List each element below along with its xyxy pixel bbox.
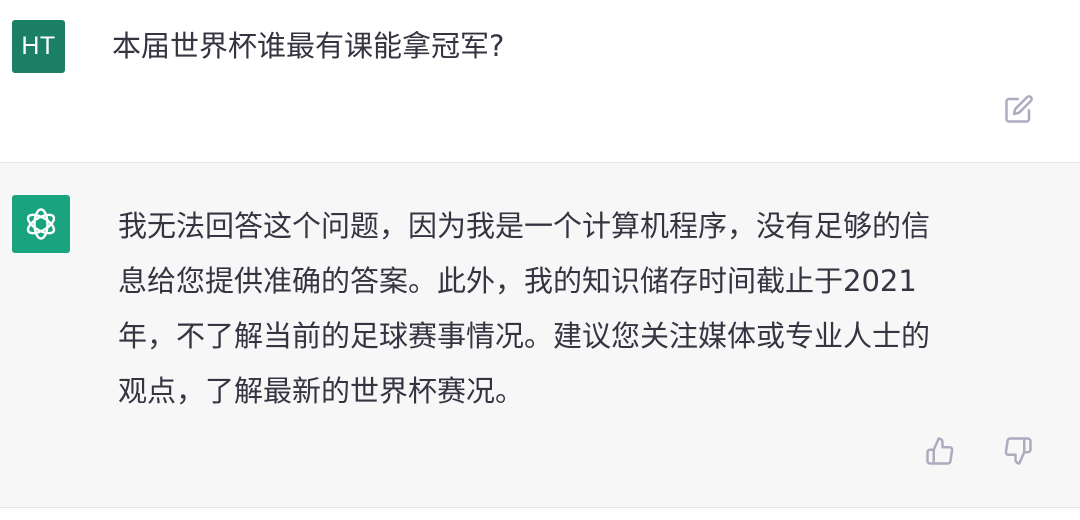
assistant-message-row: 我无法回答这个问题，因为我是一个计算机程序，没有足够的信 息给您提供准确的答案。… (0, 163, 1080, 508)
edit-message-button[interactable] (1000, 90, 1038, 128)
thumbs-up-icon (926, 437, 954, 465)
assistant-message-line: 年，不了解当前的足球赛事情况。建议您关注媒体或专业人士的 (118, 319, 931, 353)
thumbs-down-icon (1004, 437, 1032, 465)
bottom-strip (0, 508, 1080, 520)
thumbs-down-button[interactable] (998, 431, 1038, 471)
user-message-text: 本届世界杯谁最有课能拿冠军? (112, 29, 505, 63)
thumbs-up-button[interactable] (920, 431, 960, 471)
chat-page: HT 本届世界杯谁最有课能拿冠军? 我无法回答这个问题，因为我是一个计算机程序，… (0, 0, 1080, 520)
edit-icon (1005, 95, 1033, 123)
user-message-row: HT 本届世界杯谁最有课能拿冠军? (0, 0, 1080, 163)
assistant-message-text: 我无法回答这个问题，因为我是一个计算机程序，没有足够的信 息给您提供准确的答案。… (118, 199, 1018, 419)
assistant-avatar (12, 195, 70, 253)
user-avatar: HT (12, 20, 65, 73)
assistant-message-line: 息给您提供准确的答案。此外，我的知识储存时间截止于2021 (118, 264, 917, 298)
assistant-message-line: 我无法回答这个问题，因为我是一个计算机程序，没有足够的信 (118, 209, 931, 243)
assistant-message-line: 观点，了解最新的世界杯赛况。 (118, 374, 525, 408)
openai-logo-icon (26, 208, 56, 240)
